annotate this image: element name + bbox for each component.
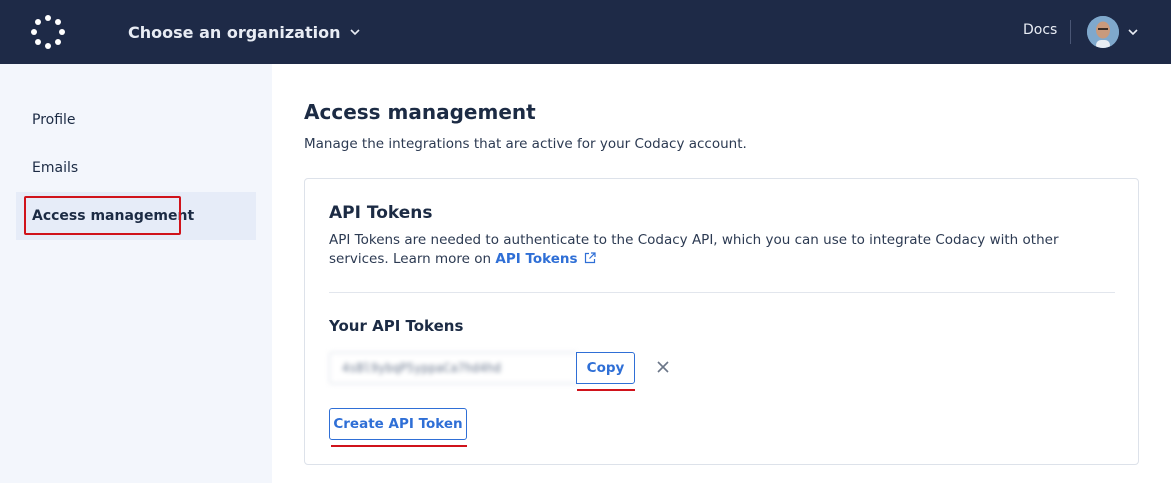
user-avatar[interactable]	[1087, 16, 1119, 48]
api-tokens-docs-link-label: API Tokens	[495, 251, 578, 267]
sidebar-item-label: Access management	[32, 208, 195, 224]
docs-link[interactable]: Docs	[1023, 22, 1057, 38]
sidebar-item-access-management[interactable]: Access management	[16, 192, 256, 240]
header-divider	[1070, 20, 1071, 44]
page-title: Access management	[304, 100, 536, 124]
api-tokens-description-text: API Tokens are needed to authenticate to…	[329, 232, 1059, 267]
sidebar-item-label: Emails	[32, 160, 79, 176]
api-token-field[interactable]	[329, 352, 577, 384]
copy-token-button[interactable]: Copy	[576, 352, 635, 384]
card-divider	[329, 292, 1115, 293]
top-navigation-bar: Choose an organization Docs	[0, 0, 1171, 64]
api-tokens-card: API Tokens API Tokens are needed to auth…	[304, 178, 1139, 465]
organization-selector-label: Choose an organization	[128, 22, 341, 42]
annotation-underline	[577, 389, 635, 391]
organization-selector[interactable]: Choose an organization	[128, 20, 361, 44]
chevron-down-icon	[350, 29, 361, 36]
your-api-tokens-title: Your API Tokens	[329, 317, 464, 335]
sidebar-item-emails[interactable]: Emails	[16, 144, 256, 192]
close-icon[interactable]	[655, 359, 671, 375]
sidebar-item-profile[interactable]: Profile	[16, 96, 256, 144]
api-tokens-docs-link[interactable]: API Tokens	[495, 251, 596, 267]
page-subtitle: Manage the integrations that are active …	[304, 136, 747, 152]
user-avatar-image	[1087, 16, 1119, 48]
external-link-icon	[584, 252, 596, 264]
create-api-token-button[interactable]: Create API Token	[329, 408, 467, 440]
api-tokens-description: API Tokens are needed to authenticate to…	[329, 231, 1119, 269]
codacy-logo-icon[interactable]	[30, 14, 66, 50]
chevron-down-icon[interactable]	[1128, 27, 1138, 37]
sidebar-item-label: Profile	[32, 112, 76, 128]
annotation-underline	[331, 445, 467, 447]
api-tokens-title: API Tokens	[329, 203, 433, 223]
